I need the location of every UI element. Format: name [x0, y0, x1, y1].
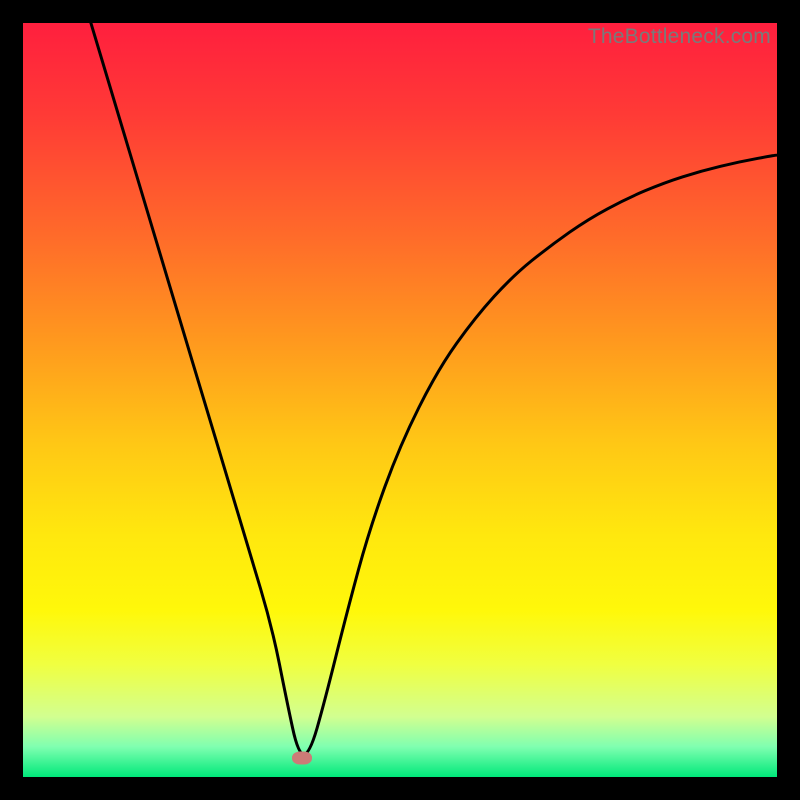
chart-frame: TheBottleneck.com — [0, 0, 800, 800]
curve-path — [91, 23, 777, 754]
optimum-marker — [292, 752, 312, 765]
plot-area: TheBottleneck.com — [23, 23, 777, 777]
bottleneck-curve — [23, 23, 777, 777]
